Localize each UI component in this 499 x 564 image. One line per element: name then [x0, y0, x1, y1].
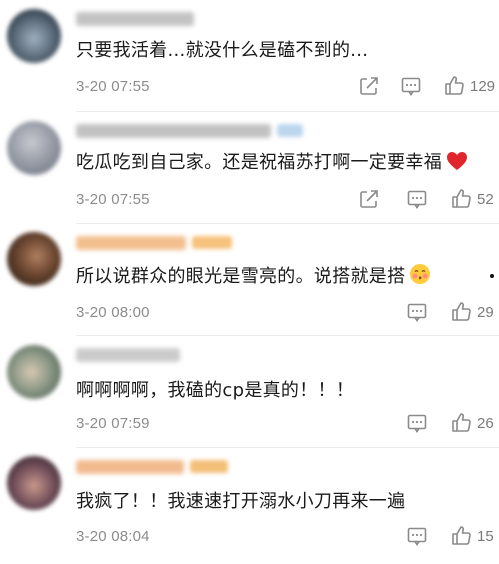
comment-text-content: 吃瓜吃到自己家。还是祝福苏打啊一定要幸福 — [76, 152, 442, 173]
thumbs-up-icon[interactable] — [450, 524, 472, 546]
username[interactable] — [76, 236, 186, 250]
user-badge — [190, 460, 228, 473]
avatar[interactable] — [7, 456, 61, 510]
thumbs-up-icon[interactable] — [443, 74, 465, 96]
comment-text: 啊啊啊啊，我磕的cp是真的！！！ — [76, 380, 355, 401]
comment-timestamp: 3-20 08:04 — [76, 528, 150, 545]
user-badge — [277, 124, 303, 137]
comment-icon[interactable] — [406, 412, 428, 434]
like-count: 129 — [470, 78, 496, 95]
comment-text: 吃瓜吃到自己家。还是祝福苏打啊一定要幸福 — [76, 148, 468, 176]
comment-text: 只要我活着...就没什么是磕不到的... — [76, 40, 369, 61]
share-icon[interactable] — [358, 75, 380, 97]
comment-timestamp: 3-20 07:55 — [76, 191, 150, 208]
username[interactable] — [76, 460, 184, 474]
comment-text: 我疯了！！我速速打开溺水小刀再来一遍 — [76, 491, 406, 512]
comment-text-content: 所以说群众的眼光是雪亮的。说搭就是搭 — [76, 266, 406, 287]
username[interactable] — [76, 124, 271, 138]
thumbs-up-icon[interactable] — [450, 300, 472, 322]
avatar[interactable] — [7, 121, 61, 175]
comment-timestamp: 3-20 08:00 — [76, 304, 150, 321]
avatar[interactable] — [7, 345, 61, 399]
username[interactable] — [76, 12, 194, 26]
red-heart-emoji — [446, 151, 468, 176]
user-badge — [192, 236, 232, 249]
dot-mark — [490, 274, 494, 278]
avatar[interactable] — [7, 232, 61, 286]
share-icon[interactable] — [358, 188, 380, 210]
like-count: 29 — [477, 304, 494, 321]
comment-icon[interactable] — [400, 75, 422, 97]
like-count: 15 — [477, 528, 494, 545]
kissing-face-emoji — [409, 263, 431, 290]
comment-item: 我疯了！！我速速打开溺水小刀再来一遍 3-20 08:04 15 — [0, 448, 499, 560]
comment-icon[interactable] — [406, 525, 428, 547]
comment-item: 所以说群众的眼光是雪亮的。说搭就是搭 3-20 08:00 29 — [0, 224, 499, 336]
comment-icon[interactable] — [406, 188, 428, 210]
comment-timestamp: 3-20 07:59 — [76, 415, 150, 432]
comment-item: 只要我活着...就没什么是磕不到的... 3-20 07:55 129 — [0, 0, 499, 112]
thumbs-up-icon[interactable] — [450, 411, 472, 433]
avatar[interactable] — [7, 9, 61, 63]
like-count: 52 — [477, 191, 494, 208]
comment-timestamp: 3-20 07:55 — [76, 78, 150, 95]
comment-icon[interactable] — [406, 301, 428, 323]
comment-text: 所以说群众的眼光是雪亮的。说搭就是搭 — [76, 262, 431, 290]
comment-item: 吃瓜吃到自己家。还是祝福苏打啊一定要幸福 3-20 07:55 52 — [0, 112, 499, 224]
like-count: 26 — [477, 415, 494, 432]
thumbs-up-icon[interactable] — [450, 187, 472, 209]
comment-item: 啊啊啊啊，我磕的cp是真的！！！ 3-20 07:59 26 — [0, 336, 499, 448]
username[interactable] — [76, 348, 180, 362]
